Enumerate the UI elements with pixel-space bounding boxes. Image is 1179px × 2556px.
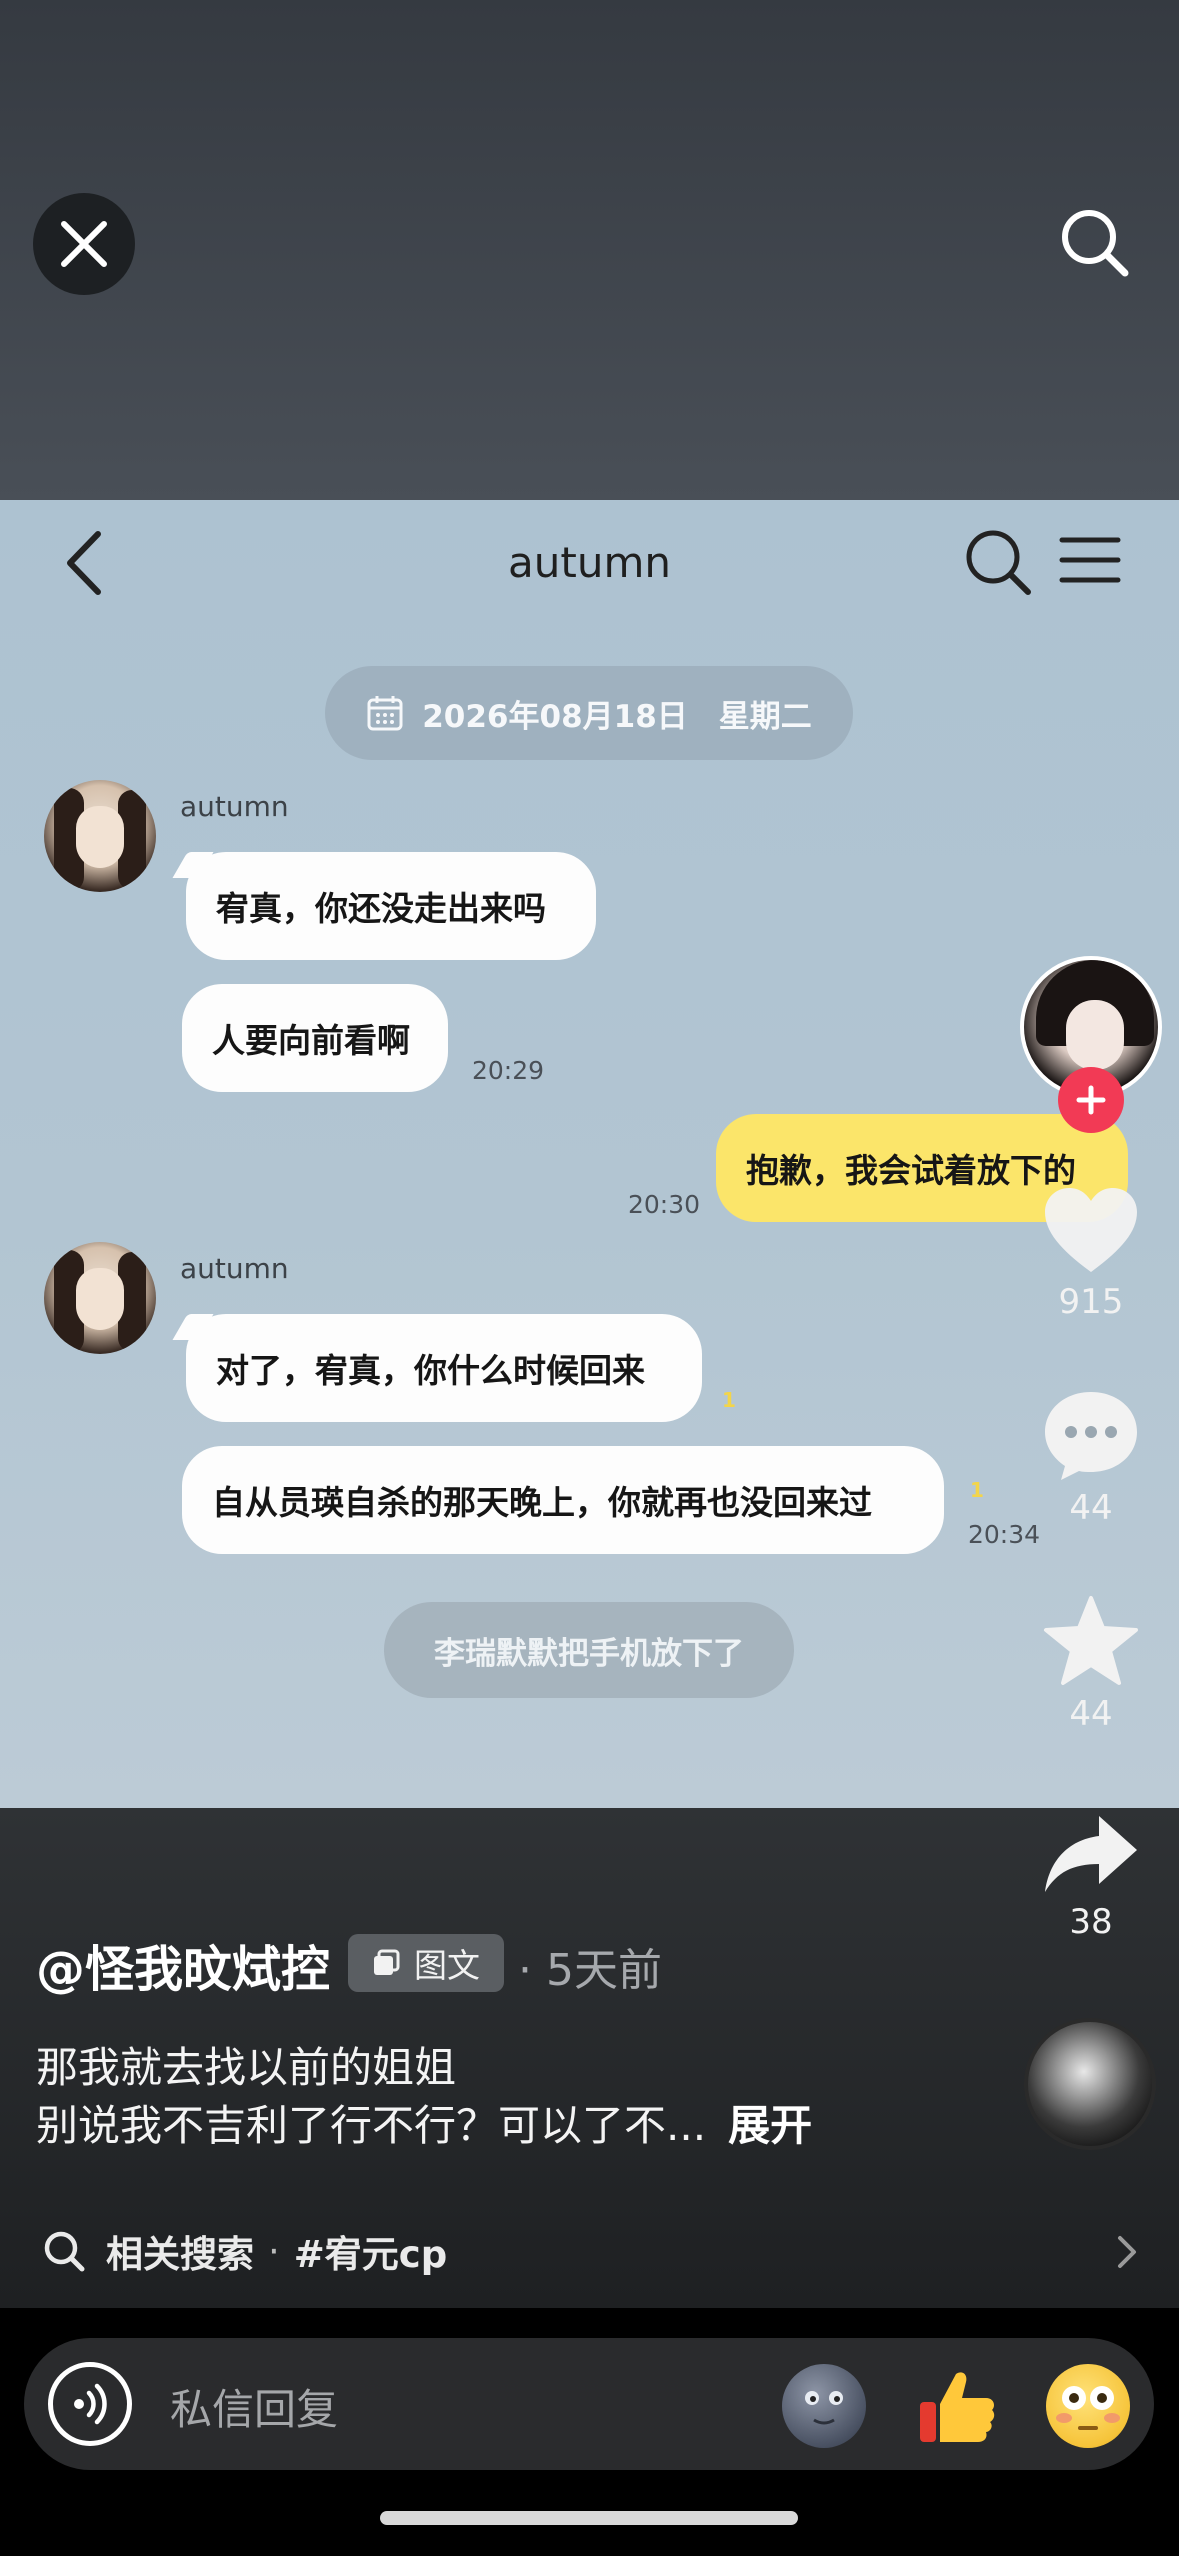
thumbs-up-emoji-icon[interactable] (914, 2364, 998, 2448)
home-indicator[interactable] (380, 2511, 798, 2525)
chevron-right-icon (1118, 2236, 1136, 2268)
date-pill: 2026年08月18日 星期二 (325, 666, 853, 760)
post-time: · 5天前 (518, 1945, 662, 1996)
message-time: 20:30 (628, 1190, 701, 1219)
close-button[interactable] (33, 193, 135, 295)
message-bubble: 宥真，你还没走出来吗 (186, 852, 596, 960)
post-description-text: 别说我不吉利了行不行？可以了不... (36, 2101, 707, 2150)
flushed-face-emoji-icon[interactable] (1046, 2364, 1130, 2448)
comment-button[interactable]: 44 (1030, 1388, 1152, 1528)
avatar (44, 1242, 156, 1354)
post-type-badge: 图文 (348, 1934, 504, 1992)
avatar (44, 780, 156, 892)
author-name[interactable]: @怪我旼烒控 (36, 1930, 330, 2001)
chat-menu-icon (1059, 537, 1121, 583)
post-type-label: 图文 (414, 1946, 480, 1985)
moon-face-emoji-icon[interactable] (782, 2364, 866, 2448)
sender-name: autumn (180, 1252, 289, 1285)
plus-icon (1076, 1085, 1106, 1115)
separator-dot: · (268, 2229, 280, 2273)
share-count: 38 (1069, 1902, 1113, 1942)
calendar-icon (367, 696, 403, 731)
favorite-button[interactable]: 44 (1030, 1594, 1152, 1734)
share-button[interactable]: 38 (1030, 1812, 1152, 1942)
image-text-icon (374, 1949, 400, 1975)
top-overlay (0, 0, 1179, 500)
voice-button[interactable] (48, 2362, 132, 2446)
search-button[interactable] (1055, 203, 1135, 283)
close-icon (61, 221, 107, 267)
like-button[interactable]: 915 (1030, 1184, 1152, 1322)
favorite-count: 44 (1069, 1694, 1113, 1734)
message-bubble: 对了，宥真，你什么时候回来 (186, 1314, 702, 1422)
comment-count: 44 (1069, 1488, 1113, 1528)
related-search-label: 相关搜索 (106, 2233, 254, 2276)
share-icon (1045, 1816, 1137, 1892)
expand-button[interactable]: 展开 (728, 2101, 812, 2150)
message-bubble: 人要向前看啊 (182, 984, 448, 1092)
system-message: 李瑞默默把手机放下了 (384, 1602, 794, 1698)
voice-icon (74, 2383, 107, 2425)
post-description-line: 那我就去找以前的姐姐 (36, 2043, 457, 2092)
related-search-bar[interactable]: 相关搜索 · #宥元cp (0, 2198, 1179, 2304)
related-search-tag: #宥元cp (293, 2233, 448, 2276)
follow-button[interactable] (1058, 1067, 1124, 1133)
message-time: 20:29 (472, 1056, 545, 1085)
post-description-line: 别说我不吉利了行不行？可以了不... 展开 (36, 2092, 812, 2153)
like-count: 915 (1058, 1282, 1124, 1322)
star-icon (1044, 1596, 1138, 1685)
reply-bar[interactable]: 私信回复 (24, 2338, 1154, 2470)
sender-name: autumn (180, 790, 289, 823)
chat-search-icon (966, 530, 1031, 595)
search-icon (44, 2231, 85, 2272)
date-text: 2026年08月18日 星期二 (422, 698, 812, 735)
heart-icon (1045, 1188, 1137, 1272)
chat-screenshot-image[interactable]: autumn 2026年08月18日 星期二 autumn 宥真，你还没走出来吗… (0, 500, 1179, 1808)
read-mark: 1 (722, 1388, 736, 1412)
read-mark: 1 (970, 1478, 984, 1502)
reply-input[interactable]: 私信回复 (170, 2376, 338, 2437)
comment-icon (1045, 1392, 1137, 1480)
music-disc[interactable] (1024, 2018, 1156, 2150)
search-icon (1062, 210, 1129, 277)
message-bubble: 自从员瑛自杀的那天晚上，你就再也没回来过 (182, 1446, 944, 1554)
